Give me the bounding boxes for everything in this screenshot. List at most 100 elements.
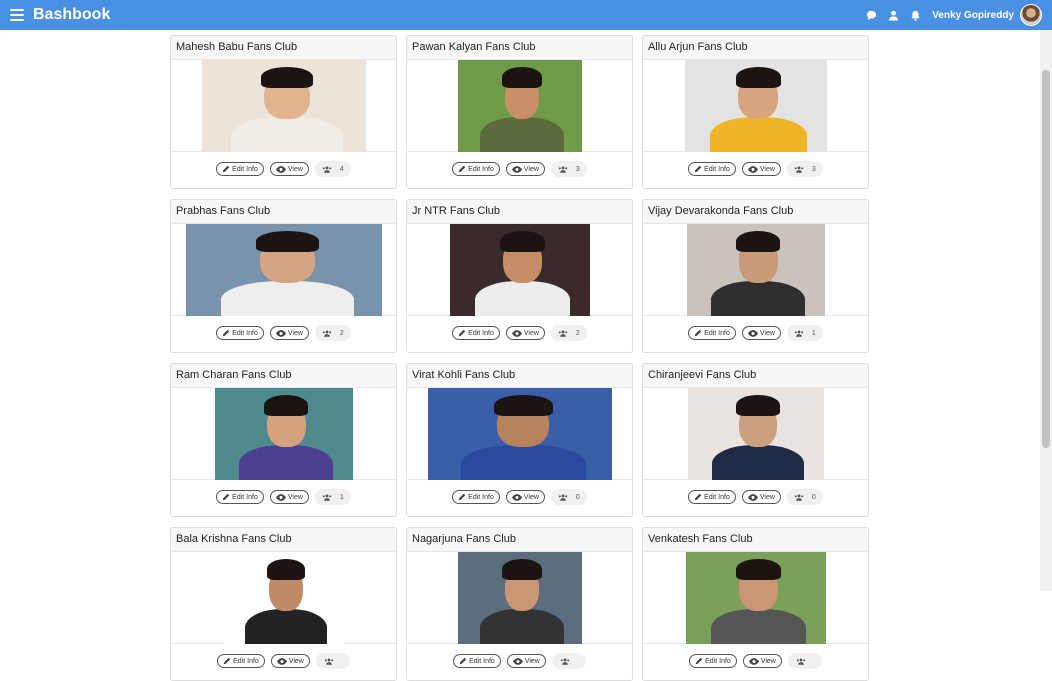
club-photo[interactable] (449, 224, 590, 316)
edit-info-button[interactable]: Edit Info (452, 490, 500, 504)
view-button[interactable]: View (269, 326, 309, 340)
member-count-badge[interactable] (315, 653, 350, 669)
club-photo[interactable] (427, 388, 612, 480)
club-image-area (171, 552, 396, 644)
club-photo[interactable] (684, 60, 827, 152)
view-button[interactable]: View (742, 654, 782, 668)
comment-icon[interactable] (864, 8, 878, 22)
club-title[interactable]: Pawan Kalyan Fans Club (407, 36, 632, 60)
view-button[interactable]: View (270, 654, 310, 668)
edit-info-button[interactable]: Edit Info (216, 326, 264, 340)
pencil-icon (694, 493, 702, 501)
pencil-icon (458, 165, 466, 173)
member-count-badge[interactable]: 0 (786, 489, 823, 505)
member-count-badge[interactable]: 3 (786, 161, 823, 177)
view-button[interactable]: View (269, 162, 309, 176)
club-photo[interactable] (185, 224, 382, 316)
club-photo[interactable] (214, 388, 353, 480)
edit-info-button[interactable]: Edit Info (452, 162, 500, 176)
club-photo[interactable] (201, 60, 366, 152)
hamburger-menu-icon[interactable] (10, 9, 24, 21)
edit-info-button[interactable]: Edit Info (688, 326, 736, 340)
club-title[interactable]: Nagarjuna Fans Club (407, 528, 632, 552)
club-photo[interactable] (686, 224, 825, 316)
page-scrollbar[interactable] (1040, 30, 1052, 591)
member-count: 0 (811, 493, 816, 501)
member-count-badge[interactable]: 0 (550, 489, 587, 505)
club-photo[interactable] (457, 552, 582, 644)
edit-info-button[interactable]: Edit Info (689, 654, 737, 668)
club-title[interactable]: Mahesh Babu Fans Club (171, 36, 396, 60)
users-icon (558, 330, 568, 337)
view-label: View (759, 493, 775, 501)
edit-info-button[interactable]: Edit Info (688, 490, 736, 504)
club-title[interactable]: Vijay Devarakonda Fans Club (643, 200, 868, 224)
club-actions: Edit Info View (407, 644, 632, 678)
users-icon (322, 330, 332, 337)
club-photo[interactable] (687, 388, 824, 480)
bell-icon[interactable] (908, 8, 922, 22)
club-title[interactable]: Prabhas Fans Club (171, 200, 396, 224)
club-photo[interactable] (223, 552, 344, 644)
member-count-badge[interactable]: 4 (314, 161, 351, 177)
club-title[interactable]: Chiranjeevi Fans Club (643, 364, 868, 388)
view-button[interactable]: View (741, 326, 781, 340)
users-icon (558, 494, 568, 501)
avatar[interactable] (1020, 4, 1042, 26)
view-button[interactable]: View (505, 490, 545, 504)
member-count: 4 (339, 165, 344, 173)
edit-info-button[interactable]: Edit Info (452, 326, 500, 340)
edit-info-button[interactable]: Edit Info (216, 162, 264, 176)
club-card: Nagarjuna Fans Club Edit Info View (406, 527, 633, 681)
pencil-icon (694, 329, 702, 337)
member-count-badge[interactable]: 2 (550, 325, 587, 341)
member-count: 2 (339, 329, 344, 337)
view-button[interactable]: View (505, 326, 545, 340)
edit-info-label: Edit Info (469, 657, 495, 665)
edit-info-label: Edit Info (233, 657, 259, 665)
club-title[interactable]: Allu Arjun Fans Club (643, 36, 868, 60)
club-image-area (643, 60, 868, 152)
view-button[interactable]: View (269, 490, 309, 504)
club-title[interactable]: Virat Kohli Fans Club (407, 364, 632, 388)
member-count-badge[interactable] (787, 653, 822, 669)
club-photo[interactable] (685, 552, 826, 644)
club-photo[interactable] (457, 60, 582, 152)
member-count-badge[interactable]: 3 (550, 161, 587, 177)
club-title[interactable]: Jr NTR Fans Club (407, 200, 632, 224)
edit-info-button[interactable]: Edit Info (453, 654, 501, 668)
member-count: 2 (575, 329, 580, 337)
view-label: View (287, 329, 303, 337)
member-count-badge[interactable]: 1 (314, 489, 351, 505)
users-icon (794, 330, 804, 337)
edit-info-label: Edit Info (232, 493, 258, 501)
view-label: View (523, 493, 539, 501)
club-title[interactable]: Venkatesh Fans Club (643, 528, 868, 552)
edit-info-button[interactable]: Edit Info (216, 490, 264, 504)
eye-icon (747, 329, 758, 337)
club-actions: Edit Info View 3 (407, 152, 632, 186)
view-label: View (287, 493, 303, 501)
username[interactable]: Venky Gopireddy (932, 10, 1014, 21)
club-actions: Edit Info View 1 (171, 480, 396, 514)
view-button[interactable]: View (506, 654, 546, 668)
member-count-badge[interactable] (551, 653, 586, 669)
member-count-badge[interactable]: 2 (314, 325, 351, 341)
user-icon[interactable] (886, 8, 900, 22)
brand-logo[interactable]: Bashbook (33, 6, 110, 24)
club-image-area (407, 60, 632, 152)
eye-icon (747, 165, 758, 173)
view-button[interactable]: View (741, 162, 781, 176)
view-button[interactable]: View (505, 162, 545, 176)
view-button[interactable]: View (741, 490, 781, 504)
member-count-badge[interactable]: 1 (786, 325, 823, 341)
club-title[interactable]: Bala Krishna Fans Club (171, 528, 396, 552)
edit-info-button[interactable]: Edit Info (217, 654, 265, 668)
club-title[interactable]: Ram Charan Fans Club (171, 364, 396, 388)
scrollbar-thumb[interactable] (1042, 70, 1050, 448)
eye-icon (276, 657, 287, 665)
pencil-icon (695, 657, 703, 665)
club-card: Bala Krishna Fans Club Edit Info View (170, 527, 397, 681)
edit-info-button[interactable]: Edit Info (688, 162, 736, 176)
club-actions: Edit Info View 4 (171, 152, 396, 186)
